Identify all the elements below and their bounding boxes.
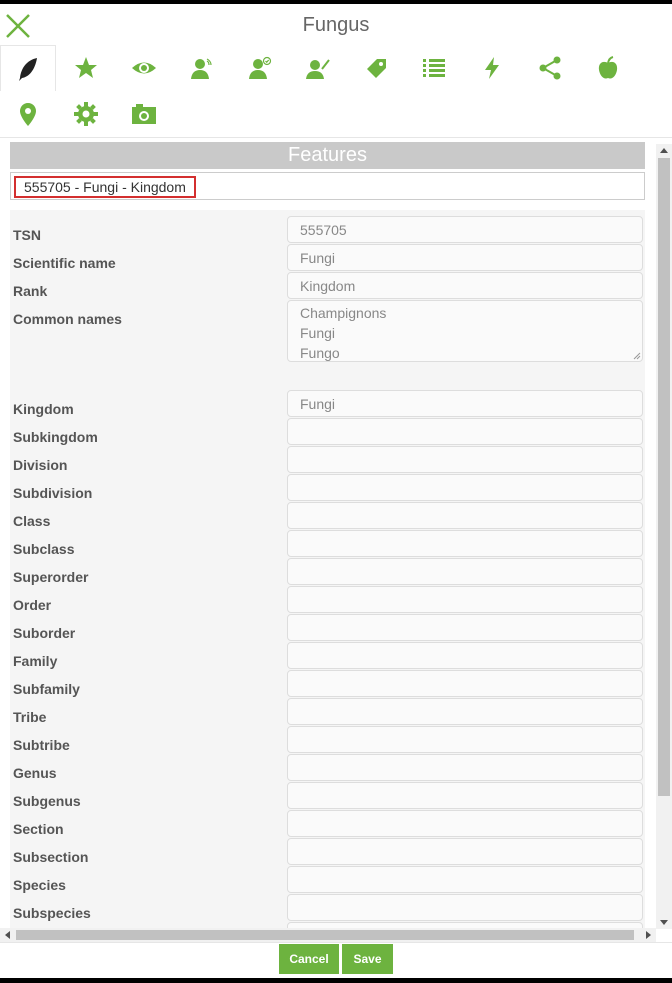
field-input[interactable] [287,502,643,529]
scroll-left-icon[interactable] [5,931,10,939]
field-input[interactable] [287,726,643,753]
field-input[interactable] [287,866,643,893]
field-input[interactable]: 555705 [287,216,643,243]
field-label: Order [13,597,52,613]
field-label: Subspecies [13,905,91,921]
field-input[interactable] [287,838,643,865]
user-broadcast-icon [191,58,212,79]
dialog: Fungus Features 555705 - Fungi - Kingdom… [0,4,672,978]
field-input[interactable] [287,810,643,837]
tab-user-check[interactable] [232,45,288,91]
tab-user-broadcast[interactable] [174,45,230,91]
summary-box: 555705 - Fungi - Kingdom [10,172,645,200]
field-input[interactable] [287,558,643,585]
features-panel: Features 555705 - Fungi - Kingdom TSN 555… [0,138,656,928]
tab-user-edit[interactable] [290,45,346,91]
gear-icon [74,102,98,126]
field-label: Subsection [13,849,89,865]
field-input[interactable] [287,698,643,725]
tab-tag[interactable] [348,45,404,91]
user-edit-icon [306,59,330,79]
cancel-button[interactable]: Cancel [279,944,339,974]
field-label: Common names [13,311,122,327]
scroll-down-icon[interactable] [660,920,668,925]
share-icon [539,56,561,80]
field-input[interactable] [287,782,643,809]
field-label: Genus [13,765,57,781]
field-input[interactable] [287,530,643,557]
field-label: Subgenus [13,793,81,809]
field-label: Class [13,513,51,529]
star-icon [75,57,97,78]
scroll-right-icon[interactable] [646,931,651,939]
field-input[interactable] [287,474,643,501]
tab-star[interactable] [58,45,114,91]
field-input[interactable] [287,614,643,641]
field-input[interactable] [287,446,643,473]
scroll-thumb[interactable] [658,158,670,796]
horizontal-scrollbar[interactable] [0,928,656,942]
tab-list[interactable] [406,45,462,91]
field-label: Subtribe [13,737,70,753]
save-button[interactable]: Save [342,944,393,974]
field-label: Scientific name [13,255,116,271]
tab-map-pin[interactable] [0,91,56,137]
field-label: Species [13,877,66,893]
field-label: Rank [13,283,48,299]
tab-gear[interactable] [58,91,114,137]
summary-text: 555705 - Fungi - Kingdom [14,176,196,198]
vertical-scrollbar[interactable] [656,144,672,929]
field-input[interactable]: Fungi [287,390,643,417]
camera-icon [132,104,156,124]
field-input[interactable] [287,642,643,669]
list-icon [423,59,445,77]
field-label: Family [13,653,58,669]
tab-camera[interactable] [116,91,172,137]
resize-grip-icon[interactable] [633,352,641,360]
tag-icon [367,59,386,78]
field-input[interactable]: Kingdom [287,272,643,299]
field-input[interactable] [287,670,643,697]
scroll-up-icon[interactable] [660,148,668,153]
field-label: Subclass [13,541,75,557]
user-check-icon [249,56,272,79]
tab-lightning[interactable] [464,45,520,91]
footer-divider [0,942,672,943]
section-header: Features [10,142,645,169]
field-label: Division [13,457,68,473]
tab-share[interactable] [522,45,578,91]
field-label: Tribe [13,709,47,725]
eye-icon [132,62,156,74]
lightning-icon [485,57,499,79]
apple-icon [598,56,618,79]
field-input[interactable] [287,754,643,781]
tab-eye[interactable] [116,45,172,91]
map-pin-icon [20,103,36,126]
tab-apple[interactable] [580,45,636,91]
field-label: Subdivision [13,485,93,501]
field-label: Suborder [13,625,76,641]
hscroll-thumb[interactable] [16,930,634,940]
window-title: Fungus [302,14,370,36]
field-label: Section [13,821,64,837]
field-label: Kingdom [13,401,74,417]
field-label: Subkingdom [13,429,98,445]
field-label: Superorder [13,569,89,585]
field-label: TSN [13,227,41,243]
tab-quill[interactable] [0,45,56,91]
field-input[interactable]: Fungi [287,244,643,271]
field-label: Subfamily [13,681,80,697]
quill-icon [19,57,37,81]
field-input[interactable] [287,894,643,921]
field-input[interactable]: Champignons Fungi Fungo [287,300,643,362]
field-input[interactable] [287,418,643,445]
field-input[interactable] [287,586,643,613]
